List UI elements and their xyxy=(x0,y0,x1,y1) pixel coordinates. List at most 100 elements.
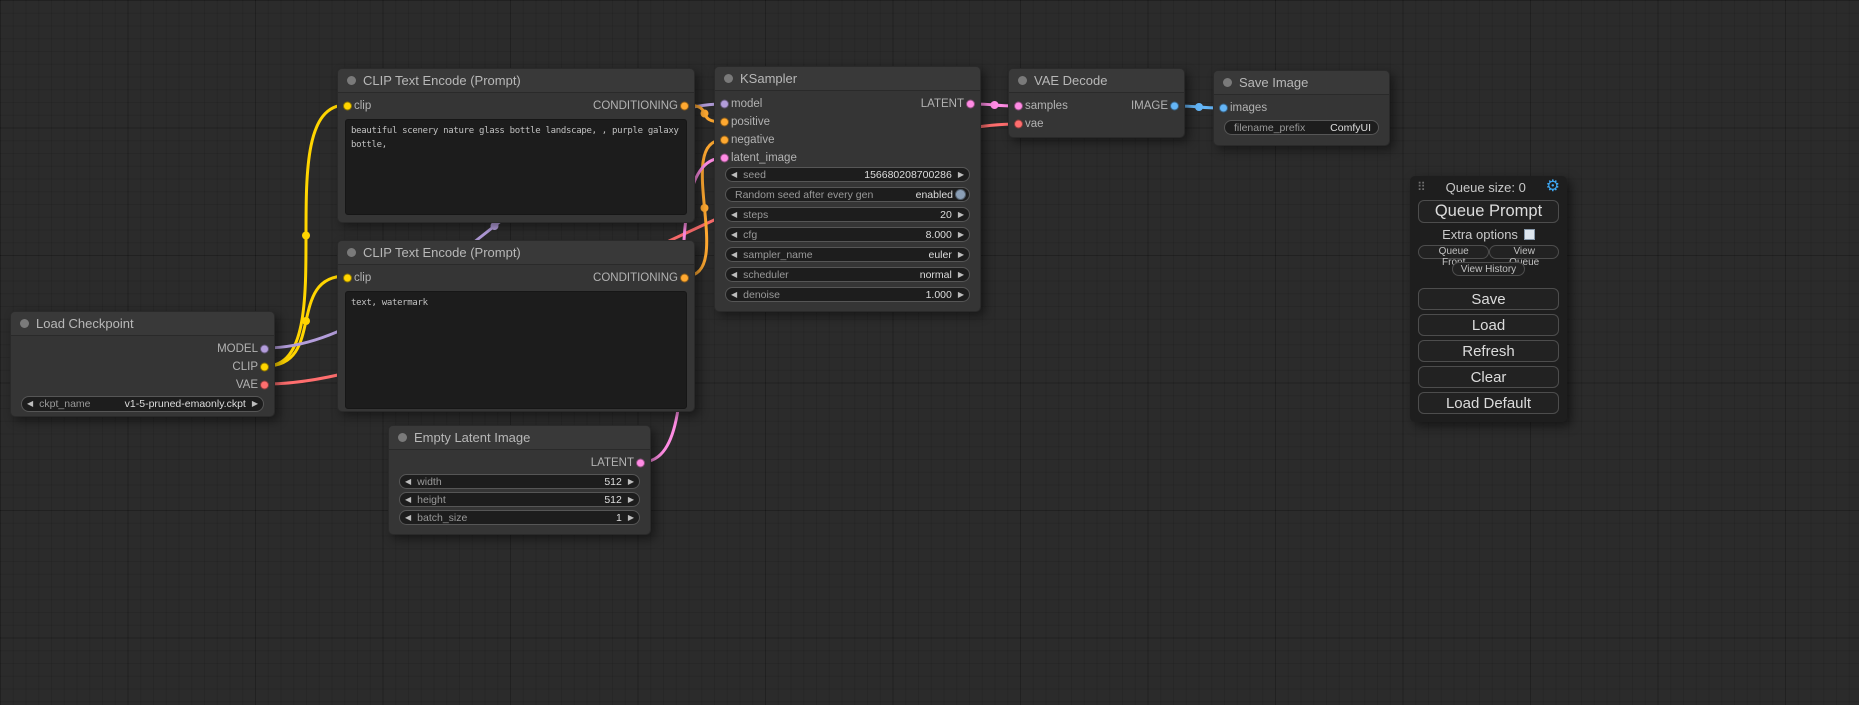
refresh-button[interactable]: Refresh xyxy=(1418,340,1559,362)
collapse-dot-icon[interactable] xyxy=(1223,78,1232,87)
samples-input-port[interactable] xyxy=(1014,102,1023,111)
latent-output-port[interactable] xyxy=(966,100,975,109)
clip-input-port[interactable] xyxy=(343,274,352,283)
toggle-knob-icon[interactable] xyxy=(955,189,966,200)
extra-options-row: Extra options xyxy=(1410,226,1567,242)
negative-input-port[interactable] xyxy=(720,136,729,145)
output-label-latent: LATENT xyxy=(921,98,964,110)
node-title-bar[interactable]: Save Image xyxy=(1214,71,1389,95)
queue-front-button[interactable]: Queue Front xyxy=(1418,245,1489,259)
model-output-port[interactable] xyxy=(260,345,269,354)
widget-sampler-name[interactable]: ◀ sampler_name euler ▶ xyxy=(725,247,970,262)
node-title-bar[interactable]: Load Checkpoint xyxy=(11,312,274,336)
increment-arrow-icon[interactable]: ▶ xyxy=(958,251,964,259)
latent-output-port[interactable] xyxy=(636,459,645,468)
negative-prompt-textarea[interactable]: text, watermark xyxy=(345,291,687,409)
widget-denoise[interactable]: ◀ denoise 1.000 ▶ xyxy=(725,287,970,302)
queue-prompt-button[interactable]: Queue Prompt xyxy=(1418,200,1559,223)
extra-options-checkbox[interactable] xyxy=(1524,229,1535,240)
image-output-port[interactable] xyxy=(1170,102,1179,111)
decrement-arrow-icon[interactable]: ◀ xyxy=(731,211,737,219)
widget-steps[interactable]: ◀ steps 20 ▶ xyxy=(725,207,970,222)
conditioning-output-port[interactable] xyxy=(680,274,689,283)
collapse-dot-icon[interactable] xyxy=(398,433,407,442)
widget-ckpt-name[interactable]: ◀ ckpt_name v1-5-pruned-emaonly.ckpt ▶ xyxy=(21,396,264,412)
collapse-dot-icon[interactable] xyxy=(347,76,356,85)
widget-label: width xyxy=(417,476,442,488)
conditioning-output-port[interactable] xyxy=(680,102,689,111)
clip-output-port[interactable] xyxy=(260,363,269,372)
widget-scheduler[interactable]: ◀ scheduler normal ▶ xyxy=(725,267,970,282)
model-input-port[interactable] xyxy=(720,100,729,109)
widget-batch-size[interactable]: ◀ batch_size 1 ▶ xyxy=(399,510,640,525)
widget-random-seed-toggle[interactable]: Random seed after every gen enabled xyxy=(725,187,970,202)
decrement-arrow-icon[interactable]: ◀ xyxy=(731,291,737,299)
node-ksampler[interactable]: KSampler model LATENT positive negative … xyxy=(714,66,981,312)
positive-prompt-textarea[interactable]: beautiful scenery nature glass bottle la… xyxy=(345,119,687,215)
node-title-bar[interactable]: VAE Decode xyxy=(1009,69,1184,93)
latent-image-input-port[interactable] xyxy=(720,154,729,163)
collapse-dot-icon[interactable] xyxy=(20,319,29,328)
increment-arrow-icon[interactable]: ▶ xyxy=(252,400,258,408)
increment-arrow-icon[interactable]: ▶ xyxy=(628,478,634,486)
node-empty-latent-image[interactable]: Empty Latent Image LATENT ◀ width 512 ▶ … xyxy=(388,425,651,535)
collapse-dot-icon[interactable] xyxy=(724,74,733,83)
node-vae-decode[interactable]: VAE Decode samples IMAGE vae xyxy=(1008,68,1185,138)
node-load-checkpoint[interactable]: Load Checkpoint MODEL CLIP VAE ◀ ckpt_na… xyxy=(10,311,275,417)
increment-arrow-icon[interactable]: ▶ xyxy=(628,496,634,504)
node-clip-text-encode-negative[interactable]: CLIP Text Encode (Prompt) clip CONDITION… xyxy=(337,240,695,412)
load-button[interactable]: Load xyxy=(1418,314,1559,336)
increment-arrow-icon[interactable]: ▶ xyxy=(628,514,634,522)
increment-arrow-icon[interactable]: ▶ xyxy=(958,231,964,239)
node-title-bar[interactable]: CLIP Text Encode (Prompt) xyxy=(338,69,694,93)
slot-row: latent_image xyxy=(715,149,980,167)
node-title-bar[interactable]: CLIP Text Encode (Prompt) xyxy=(338,241,694,265)
settings-gear-icon[interactable]: ⚙ xyxy=(1546,179,1560,195)
node-title-bar[interactable]: Empty Latent Image xyxy=(389,426,650,450)
widget-cfg[interactable]: ◀ cfg 8.000 ▶ xyxy=(725,227,970,242)
widget-seed[interactable]: ◀ seed 156680208700286 ▶ xyxy=(725,167,970,182)
widget-filename-prefix[interactable]: filename_prefix ComfyUI xyxy=(1224,120,1379,135)
slot-row: images xyxy=(1214,99,1389,117)
decrement-arrow-icon[interactable]: ◀ xyxy=(405,478,411,486)
increment-arrow-icon[interactable]: ▶ xyxy=(958,171,964,179)
link-midpoint-dot xyxy=(302,231,310,239)
decrement-arrow-icon[interactable]: ◀ xyxy=(731,171,737,179)
clip-input-port[interactable] xyxy=(343,102,352,111)
increment-arrow-icon[interactable]: ▶ xyxy=(958,211,964,219)
node-save-image[interactable]: Save Image images filename_prefix ComfyU… xyxy=(1213,70,1390,146)
node-title-bar[interactable]: KSampler xyxy=(715,67,980,91)
vae-output-port[interactable] xyxy=(260,381,269,390)
widget-value: 512 xyxy=(604,476,622,488)
collapse-dot-icon[interactable] xyxy=(347,248,356,257)
decrement-arrow-icon[interactable]: ◀ xyxy=(731,251,737,259)
view-history-button[interactable]: View History xyxy=(1452,262,1525,276)
node-clip-text-encode-positive[interactable]: CLIP Text Encode (Prompt) clip CONDITION… xyxy=(337,68,695,223)
output-label-conditioning: CONDITIONING xyxy=(593,100,678,112)
clear-button[interactable]: Clear xyxy=(1418,366,1559,388)
increment-arrow-icon[interactable]: ▶ xyxy=(958,291,964,299)
decrement-arrow-icon[interactable]: ◀ xyxy=(405,514,411,522)
queue-menu-header: ⠿ Queue size: 0 ⚙ xyxy=(1410,176,1567,198)
drag-handle-icon[interactable]: ⠿ xyxy=(1417,180,1426,194)
input-label-images: images xyxy=(1230,102,1267,114)
decrement-arrow-icon[interactable]: ◀ xyxy=(731,271,737,279)
link-midpoint-dot xyxy=(701,204,709,212)
widget-label: denoise xyxy=(743,289,780,301)
decrement-arrow-icon[interactable]: ◀ xyxy=(731,231,737,239)
images-input-port[interactable] xyxy=(1219,104,1228,113)
slot-row: negative xyxy=(715,131,980,149)
view-queue-button[interactable]: View Queue xyxy=(1489,245,1559,259)
vae-input-port[interactable] xyxy=(1014,120,1023,129)
positive-input-port[interactable] xyxy=(720,118,729,127)
widget-width[interactable]: ◀ width 512 ▶ xyxy=(399,474,640,489)
save-button[interactable]: Save xyxy=(1418,288,1559,310)
output-label-clip: CLIP xyxy=(232,361,258,373)
decrement-arrow-icon[interactable]: ◀ xyxy=(27,400,33,408)
widget-label: ckpt_name xyxy=(39,398,90,410)
collapse-dot-icon[interactable] xyxy=(1018,76,1027,85)
increment-arrow-icon[interactable]: ▶ xyxy=(958,271,964,279)
widget-height[interactable]: ◀ height 512 ▶ xyxy=(399,492,640,507)
load-default-button[interactable]: Load Default xyxy=(1418,392,1559,414)
decrement-arrow-icon[interactable]: ◀ xyxy=(405,496,411,504)
